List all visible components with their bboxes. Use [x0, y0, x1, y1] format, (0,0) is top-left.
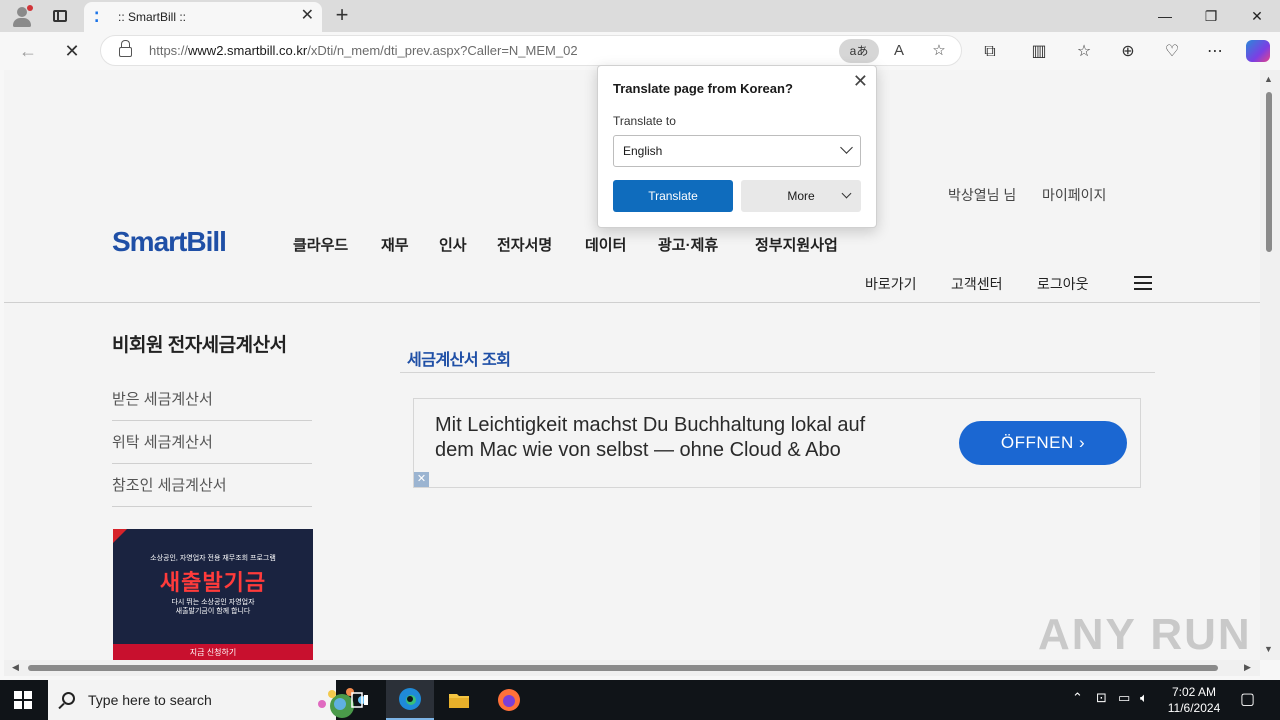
logout-link[interactable]: 로그아웃: [1037, 274, 1089, 294]
gnb-data[interactable]: 데이터: [585, 234, 626, 255]
volume-icon[interactable]: 🔈︎: [1140, 690, 1148, 706]
collections-icon[interactable]: ⊕: [1114, 40, 1142, 64]
sidebar-item-reference[interactable]: 참조인 세금계산서: [112, 464, 312, 507]
favicon-icon: ⁚: [94, 9, 100, 25]
url-text[interactable]: https://www2.smartbill.co.kr/xDti/n_mem/…: [149, 43, 578, 58]
tab-close-icon[interactable]: ✕: [301, 8, 314, 24]
split-screen-icon[interactable]: ▥: [1025, 40, 1053, 64]
mypage-link[interactable]: 마이페이지: [1042, 185, 1106, 205]
favorites-icon[interactable]: ☆: [1070, 40, 1098, 64]
minimize-button[interactable]: —: [1142, 0, 1188, 32]
smartbill-logo[interactable]: SmartBill: [112, 226, 227, 258]
gnb-finance[interactable]: 재무: [381, 234, 409, 255]
search-placeholder: Type here to search: [88, 692, 212, 708]
horizontal-scroll-thumb[interactable]: [28, 665, 1218, 671]
banner-cta[interactable]: 지금 신청하기: [113, 644, 313, 660]
gnb-gov-support[interactable]: 정부지원사업: [755, 234, 838, 255]
clock-date: 11/6/2024: [1167, 701, 1221, 715]
title-divider: [400, 372, 1155, 373]
file-explorer-icon[interactable]: [435, 680, 483, 720]
ad-text: Mit Leichtigkeit machst Du Buchhaltung l…: [435, 413, 865, 463]
tab-title: :: SmartBill ::: [118, 10, 187, 24]
favorite-star-icon[interactable]: ☆: [927, 40, 951, 62]
translate-popup-title: Translate page from Korean?: [613, 81, 793, 96]
translate-popup: Translate page from Korean? ✕ Translate …: [597, 65, 877, 228]
firefox-icon[interactable]: [485, 680, 533, 720]
restore-button[interactable]: ❐: [1188, 0, 1234, 32]
new-tab-button[interactable]: +: [330, 4, 354, 28]
vertical-scrollbar[interactable]: ▲ ▼: [1260, 70, 1280, 660]
clock-time: 7:02 AM: [1171, 685, 1217, 699]
sidebar-title: 비회원 전자세금계산서: [112, 335, 287, 356]
taskbar-search[interactable]: Type here to search: [48, 680, 366, 720]
user-name-link[interactable]: 박상열님 님: [948, 185, 1016, 205]
windows-start-icon[interactable]: [14, 691, 32, 709]
translate-to-label: Translate to: [613, 114, 676, 128]
anyrun-watermark: ANY RUN: [1038, 610, 1252, 659]
ad-open-button[interactable]: ÖFFNEN ›: [959, 421, 1127, 465]
notifications-icon[interactable]: ▢: [1240, 689, 1255, 709]
browser-tab[interactable]: ⁚ :: SmartBill :: ✕: [84, 2, 322, 32]
search-icon: [62, 692, 75, 705]
stop-loading-icon[interactable]: ✕: [58, 38, 86, 64]
ad-line-1: Mit Leichtigkeit machst Du Buchhaltung l…: [435, 414, 866, 436]
shortcut-link[interactable]: 바로가기: [865, 274, 917, 294]
lock-icon[interactable]: [119, 40, 132, 57]
chevron-down-icon: [840, 141, 853, 154]
vertical-scroll-thumb[interactable]: [1266, 92, 1272, 252]
ad-close-icon[interactable]: ✕: [414, 472, 429, 487]
ad-banner[interactable]: Mit Leichtigkeit machst Du Buchhaltung l…: [413, 398, 1141, 488]
gnb-ads[interactable]: 광고·제휴: [658, 234, 718, 255]
read-aloud-icon[interactable]: A: [887, 40, 911, 62]
horizontal-scrollbar[interactable]: ◀ ▶: [4, 660, 1260, 676]
customer-center-link[interactable]: 고객센터: [951, 274, 1003, 294]
more-button[interactable]: More: [741, 180, 861, 212]
task-view-icon[interactable]: [336, 680, 384, 720]
banner-headline: 새출발기금: [159, 570, 267, 595]
banner-sub-line-2: 새출발기금이 함께 합니다: [175, 608, 251, 615]
chevron-down-icon: [841, 188, 852, 199]
translate-icon[interactable]: aあ: [839, 39, 879, 63]
more-icon[interactable]: ⋯: [1201, 40, 1229, 64]
banner-top-line: 소상공인, 자영업자 전용 재무조회 프로그램: [150, 555, 276, 562]
ad-line-2: dem Mac wie von selbst — ohne Cloud & Ab…: [435, 439, 841, 461]
menu-icon[interactable]: [1134, 276, 1152, 290]
close-window-button[interactable]: ✕: [1234, 0, 1280, 32]
tab-actions-icon[interactable]: [46, 4, 74, 28]
copilot-icon[interactable]: [1246, 40, 1270, 62]
promo-banner[interactable]: 소상공인, 자영업자 전용 재무조회 프로그램 새출발기금 다시 뛰는 소상공인…: [113, 529, 313, 660]
back-arrow-icon[interactable]: ←: [14, 38, 42, 64]
gnb-cloud[interactable]: 클라우드: [293, 234, 348, 255]
gnb-hr[interactable]: 인사: [439, 234, 467, 255]
system-clock[interactable]: 7:02 AM 11/6/2024: [1160, 684, 1228, 716]
extensions-icon[interactable]: ⧉: [976, 40, 1004, 64]
address-bar[interactable]: https://www2.smartbill.co.kr/xDti/n_mem/…: [100, 35, 962, 66]
profile-icon[interactable]: [8, 4, 36, 28]
page-title: 세금계산서 조회: [407, 352, 511, 369]
show-hidden-icons[interactable]: ⌃: [1072, 690, 1083, 706]
tab-strip: ⁚ :: SmartBill :: ✕ + — ❐ ✕: [0, 0, 1280, 32]
browser-essentials-icon[interactable]: ♡: [1158, 40, 1186, 64]
edge-icon[interactable]: [386, 680, 434, 720]
gnb-esign[interactable]: 전자서명: [497, 234, 552, 255]
sidebar-item-received[interactable]: 받은 세금계산서: [112, 378, 312, 421]
device-icon[interactable]: ⊡: [1096, 690, 1107, 706]
language-select[interactable]: English: [613, 135, 861, 167]
network-icon[interactable]: ▭: [1118, 690, 1130, 706]
sidebar-item-consigned[interactable]: 위탁 세금계산서: [112, 421, 312, 464]
close-icon[interactable]: ✕: [853, 72, 868, 90]
taskbar: Type here to search ⌃ ⊡ ▭ 🔈︎ 7:02 AM 11/…: [0, 680, 1280, 720]
banner-corner: [113, 529, 127, 543]
translate-button[interactable]: Translate: [613, 180, 733, 212]
